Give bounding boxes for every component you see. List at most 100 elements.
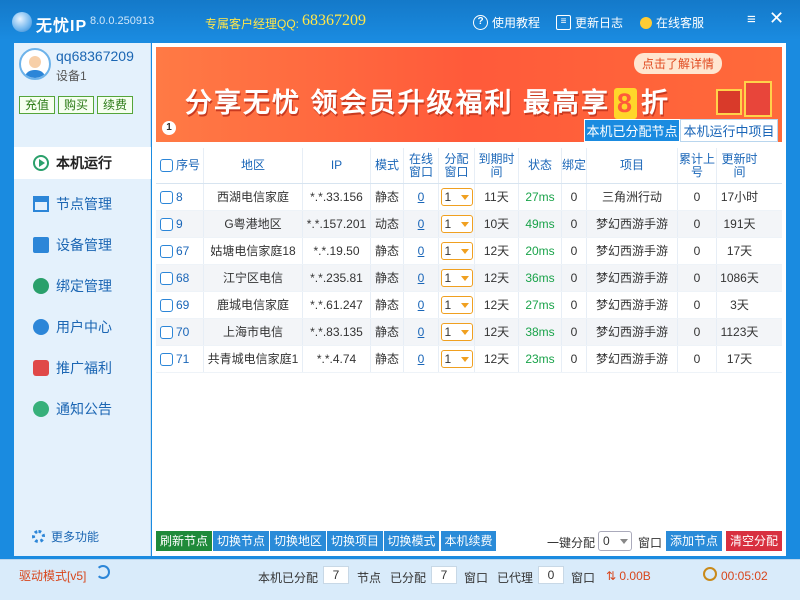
assign-window-select[interactable]: 1 [440,269,473,287]
cell-assign: 1 [439,238,475,264]
sidebar-item-notice[interactable]: 通知公告 [14,393,151,425]
table-row[interactable]: 68 江宁区电信 *.*.235.81 静态 0 1 12天 36ms 0 梦幻西游手游 0 1086… [156,265,782,292]
elapsed-time: 00:05:02 [721,569,768,583]
changelog-button[interactable]: ≡ 更新日志 [556,14,623,31]
online-window-link[interactable]: 0 [418,190,425,204]
row-id: 9 [176,216,183,231]
service-button[interactable]: 在线客服 [640,14,704,31]
buy-button[interactable]: 购买 [58,96,94,114]
cell-id[interactable]: 68 [156,265,204,291]
assign-window-select[interactable]: 1 [440,296,473,314]
menu-icon[interactable]: ≡ [747,12,761,27]
qq-number[interactable]: 68367209 [302,12,366,30]
cell-id[interactable]: 71 [156,346,204,372]
assign-window-select[interactable]: 1 [440,323,473,341]
swap-icon[interactable] [96,565,110,579]
table-row[interactable]: 67 姑塘电信家庭18 *.*.19.50 静态 0 1 12天 20ms 0 梦幻西游手游 0 17… [156,238,782,265]
switch-mode-button[interactable]: 切换模式 [384,531,439,551]
renew-account-button[interactable]: 续费 [97,96,133,114]
cell-region: 西湖电信家庭 [204,184,303,210]
table-row[interactable]: 9 G粤港地区 *.*.157.201 动态 0 1 10天 49ms 0 梦幻西游手游 0 191天 [156,211,782,238]
bell-icon [33,401,49,417]
banner-text-a: 分享无忧 领会员升级福利 最高享 [185,88,611,118]
table-row[interactable]: 71 共青城电信家庭1 *.*.4.74 静态 0 1 12天 23ms 0 梦幻西游手游 0 17天 [156,346,782,373]
auto-assign-select[interactable]: 0 [598,531,632,551]
assign-window-select[interactable]: 1 [440,242,473,260]
sidebar-item-promotion[interactable]: 推广福利 [14,352,151,384]
close-icon[interactable]: ✕ [769,9,785,27]
banner-detail-link[interactable]: 点击了解详情 [634,53,723,74]
cell-id[interactable]: 8 [156,184,204,210]
cell-updated: 17天 [726,243,753,258]
cell-expire: 12天 [475,265,519,291]
row-checkbox[interactable] [160,271,173,285]
banner-page-indicator[interactable]: 1 [162,121,176,135]
sidebar-item-device-management[interactable]: 设备管理 [14,229,151,261]
cell-id[interactable]: 70 [156,319,204,345]
avatar-face [29,56,41,68]
driver-mode[interactable]: 驱动模式[v5] [19,567,86,584]
cell-total: 0 [678,319,717,345]
renew-local-button[interactable]: 本机续费 [441,531,496,551]
select-all-checkbox[interactable] [160,159,173,172]
tab-assigned-nodes[interactable]: 本机已分配节点 [584,119,680,142]
switch-area-button[interactable]: 切换地区 [270,531,326,551]
clear-assign-button[interactable]: 清空分配 [726,531,782,551]
sidebar-item-node-management[interactable]: 节点管理 [14,188,151,220]
main-panel: 分享无忧 领会员升级福利 最高享 8 折 点击了解详情 1 本机已分配节点 本机运行… [152,43,786,556]
online-dot-icon [640,16,652,29]
avatar[interactable] [19,48,51,80]
row-checkbox[interactable] [160,217,173,231]
tab-running-projects[interactable]: 本机运行中项目 [680,119,778,142]
recharge-button[interactable]: 充值 [19,96,55,114]
row-checkbox[interactable] [160,190,173,204]
online-window-link[interactable]: 0 [418,352,425,366]
cell-mode: 静态 [371,292,404,318]
row-checkbox[interactable] [160,352,173,366]
switch-node-button[interactable]: 切换节点 [213,531,269,551]
proxied-value: 0 [538,566,564,584]
row-checkbox[interactable] [160,325,173,339]
sidebar-item-local-run[interactable]: 本机运行 [14,147,151,179]
col-id-header[interactable]: 序号 [156,148,204,183]
cell-status: 27ms [519,184,562,210]
cell-assign: 1 [439,292,475,318]
link-icon [33,278,49,294]
online-window-link[interactable]: 0 [418,298,425,312]
col-mode-header: 模式 [371,148,404,183]
cell-status: 36ms [519,265,562,291]
nav-label: 绑定管理 [56,278,112,294]
assign-window-select[interactable]: 1 [440,215,473,233]
title-bar: 无忧IP 8.0.0.250913 专属客户经理QQ: 68367209 ? 使… [0,0,800,42]
row-id: 68 [176,270,190,285]
online-window-link[interactable]: 0 [418,217,425,231]
online-window-link[interactable]: 0 [418,325,425,339]
sidebar-item-user-center[interactable]: 用户中心 [14,311,151,343]
table-row[interactable]: 70 上海市电信 *.*.83.135 静态 0 1 12天 38ms 0 梦幻西游手游 0 1123… [156,319,782,346]
cell-assign: 1 [439,319,475,345]
row-checkbox[interactable] [160,244,173,258]
cell-id[interactable]: 69 [156,292,204,318]
table-row[interactable]: 8 西湖电信家庭 *.*.33.156 静态 0 1 11天 27ms 0 三角洲行动 0 17小时 [156,184,782,211]
cell-id[interactable]: 67 [156,238,204,264]
assign-window-select[interactable]: 1 [440,188,473,206]
online-window-link[interactable]: 0 [418,271,425,285]
user-icon [33,319,49,335]
tutorial-button[interactable]: ? 使用教程 [473,14,540,31]
sidebar-item-bind-management[interactable]: 绑定管理 [14,270,151,302]
assign-window-select[interactable]: 1 [440,350,473,368]
switch-project-button[interactable]: 切换项目 [327,531,383,551]
cell-region: 鹿城电信家庭 [204,292,303,318]
more-functions-button[interactable]: 更多功能 [32,528,99,545]
table-row[interactable]: 69 鹿城电信家庭 *.*.61.247 静态 0 1 12天 27ms 0 梦幻西游手游 0 3天 [156,292,782,319]
online-window-link[interactable]: 0 [418,244,425,258]
add-node-button[interactable]: 添加节点 [666,531,722,551]
username: qq68367209 [56,48,134,64]
refresh-nodes-button[interactable]: 刷新节点 [156,531,212,551]
promo-banner[interactable]: 分享无忧 领会员升级福利 最高享 8 折 点击了解详情 1 本机已分配节点 本机运行… [156,47,782,142]
banner-discount: 8 [614,88,638,119]
col-region-header: 地区 [204,148,303,183]
cell-id[interactable]: 9 [156,211,204,237]
cell-total: 0 [678,211,717,237]
row-checkbox[interactable] [160,298,173,312]
